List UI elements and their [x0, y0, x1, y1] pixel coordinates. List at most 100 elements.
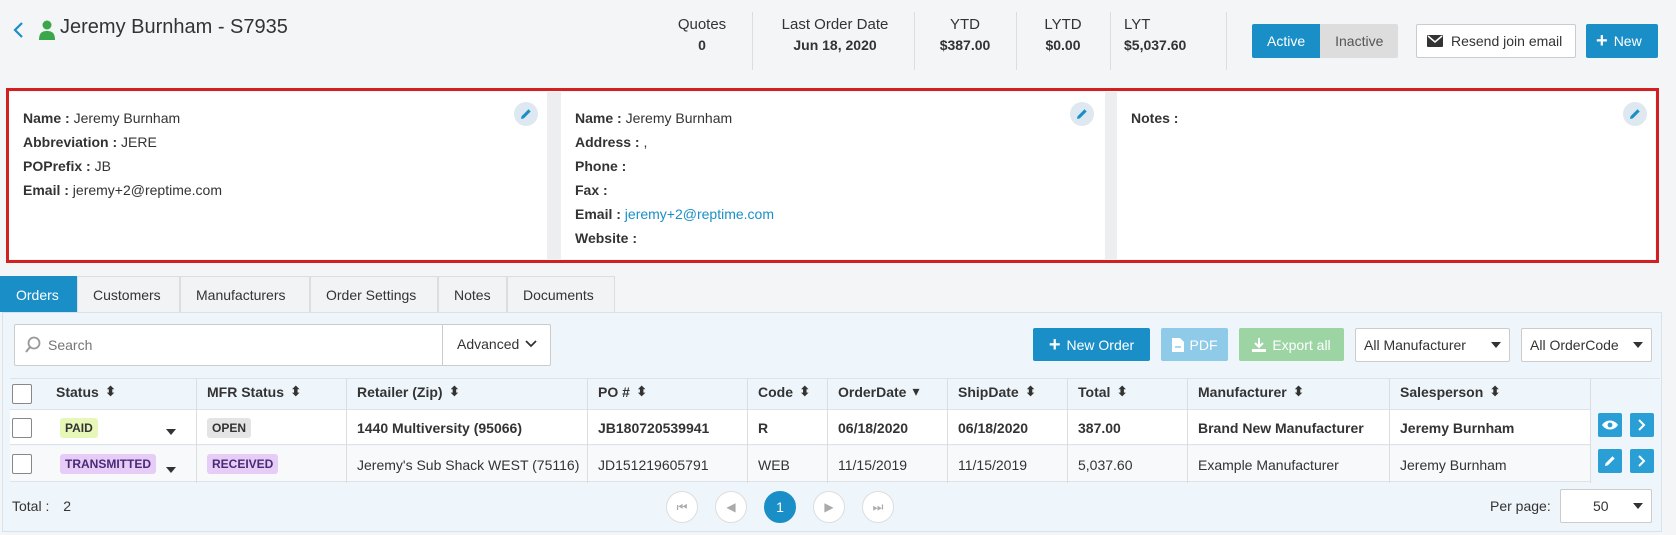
advanced-search-button[interactable]: Advanced	[457, 336, 537, 352]
back-chevron-icon[interactable]	[12, 22, 26, 38]
next-page-icon[interactable]: ▶	[813, 491, 845, 523]
download-icon	[1252, 337, 1267, 352]
column-separator	[196, 379, 197, 483]
mfr-status-badge: RECEIVED	[207, 454, 279, 474]
tab-manufacturers[interactable]: Manufacturers	[180, 276, 310, 312]
envelope-icon	[1427, 35, 1443, 47]
column-header-total[interactable]: Total ⬍	[1078, 383, 1128, 400]
retailer-cell[interactable]: Jeremy's Sub Shack WEST (75116)	[357, 457, 579, 473]
stat-ytd: YTD $387.00	[930, 16, 1000, 53]
column-header-code[interactable]: Code ⬍	[758, 383, 811, 400]
stat-value: $387.00	[939, 37, 991, 53]
view-eye-icon[interactable]	[1598, 413, 1622, 437]
plus-icon: +	[1596, 30, 1608, 52]
caret-down-icon	[1633, 503, 1643, 509]
column-separator	[587, 379, 588, 483]
column-header-label: OrderDate	[838, 383, 907, 400]
column-separator	[947, 379, 948, 483]
column-header-ship-date[interactable]: ShipDate ⬍	[958, 383, 1036, 400]
ship-date-cell: 06/18/2020	[958, 420, 1029, 436]
ordercode-filter-value: All OrderCode	[1530, 337, 1619, 353]
column-header-order-date[interactable]: OrderDate ▾	[838, 383, 920, 400]
search-icon	[24, 336, 42, 354]
column-header-label: PO #	[598, 383, 630, 400]
per-page-label: Per page:	[1490, 498, 1551, 514]
po-cell[interactable]: JD151219605791	[598, 457, 709, 473]
retailer-cell[interactable]: 1440 Multiversity (95066)	[357, 420, 522, 436]
stat-value: 0	[698, 37, 706, 53]
select-all-checkbox[interactable]	[12, 384, 32, 404]
row-checkbox[interactable]	[12, 454, 32, 474]
per-page-select[interactable]: 50	[1560, 489, 1652, 523]
first-page-icon[interactable]: ⏮	[666, 491, 698, 523]
new-button[interactable]: + New	[1586, 24, 1658, 58]
search-input[interactable]	[48, 332, 428, 358]
column-header-retailer[interactable]: Retailer (Zip) ⬍	[357, 383, 460, 400]
divider	[1226, 12, 1227, 70]
last-page-icon[interactable]: ⏭	[862, 491, 894, 523]
open-chevron-right-icon[interactable]	[1630, 413, 1654, 437]
divider	[1110, 12, 1111, 70]
pdf-label: PDF	[1189, 336, 1218, 353]
column-separator	[1590, 379, 1591, 483]
previous-page-icon[interactable]: ◀	[715, 491, 747, 523]
tab-documents[interactable]: Documents	[507, 276, 615, 312]
stat-label: LYTD	[1044, 16, 1082, 33]
new-order-button[interactable]: + New Order	[1033, 328, 1150, 361]
code-cell: WEB	[758, 457, 790, 473]
column-header-label: Total	[1078, 383, 1111, 400]
stat-label: Quotes	[677, 16, 727, 33]
total-label: Total :	[12, 498, 50, 514]
resend-join-email-button[interactable]: Resend join email	[1416, 24, 1576, 58]
sort-icon: ⬍	[104, 383, 117, 399]
edit-pencil-icon[interactable]	[1598, 449, 1622, 473]
status-dropdown-icon[interactable]	[166, 460, 176, 476]
inactive-toggle-button[interactable]: Inactive	[1320, 24, 1399, 58]
po-cell[interactable]: JB180720539941	[598, 420, 709, 436]
person-icon	[38, 20, 56, 40]
column-header-manufacturer[interactable]: Manufacturer ⬍	[1198, 383, 1304, 400]
column-header-label: ShipDate	[958, 383, 1019, 400]
active-toggle-button[interactable]: Active	[1252, 24, 1321, 58]
page-number-current[interactable]: 1	[764, 491, 796, 523]
stat-value: $5,037.60	[1124, 37, 1187, 53]
manufacturer-filter-select[interactable]: All Manufacturer	[1355, 328, 1510, 362]
stat-last-order-date: Last Order Date Jun 18, 2020	[770, 16, 900, 53]
column-separator	[346, 379, 347, 483]
manufacturer-filter-value: All Manufacturer	[1364, 337, 1466, 353]
ordercode-filter-select[interactable]: All OrderCode	[1521, 328, 1652, 362]
stat-value: Jun 18, 2020	[793, 37, 877, 53]
column-header-label: Status	[56, 383, 99, 400]
pdf-button[interactable]: PDF	[1161, 328, 1228, 361]
sort-icon: ⬍	[1024, 383, 1037, 399]
sort-icon: ⬍	[290, 383, 302, 399]
status-dropdown-icon[interactable]	[166, 422, 176, 438]
column-separator	[1187, 379, 1188, 483]
salesperson-cell: Jeremy Burnham	[1400, 457, 1507, 473]
column-header-mfr-status[interactable]: MFR Status ⬍	[207, 383, 302, 400]
resend-join-email-label: Resend join email	[1451, 33, 1563, 49]
salesperson-cell: Jeremy Burnham	[1400, 420, 1515, 436]
column-separator	[1389, 379, 1390, 483]
tab-customers[interactable]: Customers	[77, 276, 180, 312]
tab-orders[interactable]: Orders	[0, 276, 77, 312]
column-header-status[interactable]: Status ⬍	[56, 383, 117, 400]
open-chevron-right-icon[interactable]	[1630, 449, 1654, 473]
highlight-box	[6, 88, 1659, 263]
code-cell: R	[758, 420, 769, 436]
column-header-salesperson[interactable]: Salesperson ⬍	[1400, 383, 1501, 400]
total-cell: 387.00	[1078, 420, 1121, 436]
export-all-label: Export all	[1272, 336, 1331, 353]
column-header-label: Manufacturer	[1198, 383, 1287, 400]
export-all-button[interactable]: Export all	[1239, 328, 1344, 361]
total-count: Total : 2	[12, 498, 71, 514]
page-title: Jeremy Burnham - S7935	[60, 16, 288, 38]
column-header-po[interactable]: PO # ⬍	[598, 383, 648, 400]
tab-order-settings[interactable]: Order Settings	[310, 276, 438, 312]
column-header-label: MFR Status	[207, 383, 284, 400]
new-label: New	[1613, 33, 1642, 49]
row-checkbox[interactable]	[12, 418, 32, 438]
tab-notes[interactable]: Notes	[438, 276, 507, 312]
column-header-label: Retailer (Zip)	[357, 383, 443, 400]
stat-label: Last Order Date	[781, 16, 889, 33]
